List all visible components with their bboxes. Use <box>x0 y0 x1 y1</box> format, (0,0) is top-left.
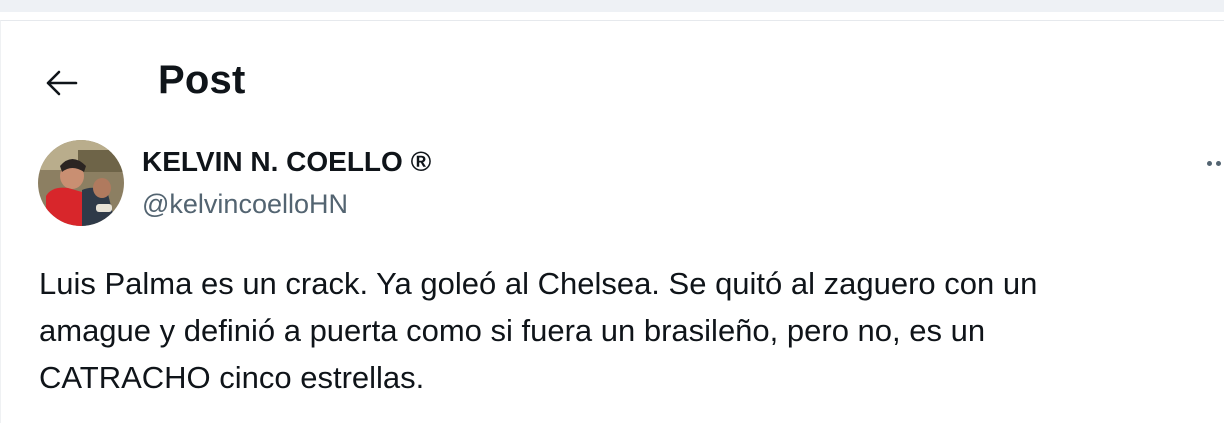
page-title: Post <box>158 58 246 102</box>
post-detail-panel: Post KELVIN N. COELLO ® @kelvincoelloHN … <box>0 20 1224 423</box>
avatar[interactable] <box>38 140 124 226</box>
dot <box>1207 161 1212 166</box>
author-handle[interactable]: @kelvincoelloHN <box>142 189 348 220</box>
top-strip <box>0 0 1224 12</box>
post-text: Luis Palma es un crack. Ya goleó al Chel… <box>39 266 1038 395</box>
back-button[interactable] <box>37 63 85 103</box>
more-horizontal-icon <box>1207 161 1224 166</box>
post-header: Post <box>1 21 1224 131</box>
author-name[interactable]: KELVIN N. COELLO ® <box>142 146 431 178</box>
arrow-left-icon <box>46 70 78 96</box>
more-options-button[interactable] <box>1201 149 1224 179</box>
dot <box>1216 161 1221 166</box>
avatar-photo <box>38 140 124 226</box>
